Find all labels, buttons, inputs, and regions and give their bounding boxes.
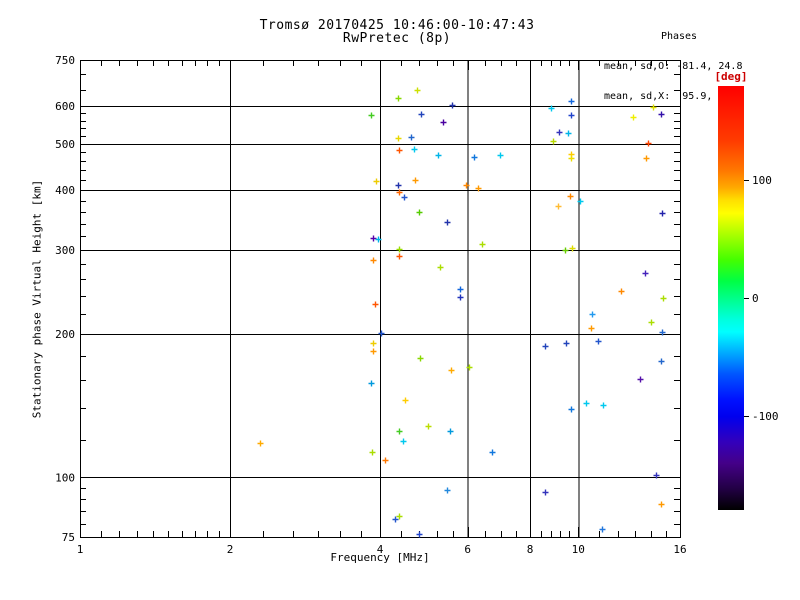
- scatter-point: [400, 438, 407, 445]
- scatter-point: [457, 294, 464, 301]
- colorbar-tick-label: -100: [752, 410, 779, 423]
- scatter-point: [568, 112, 575, 119]
- scatter-point: [563, 340, 570, 347]
- scatter-point: [650, 104, 657, 111]
- scatter-point: [600, 402, 607, 409]
- scatter-point: [425, 423, 432, 430]
- scatter-point: [658, 111, 665, 118]
- scatter-point: [395, 182, 402, 189]
- scatter-point: [369, 449, 376, 456]
- scatter-point: [555, 203, 562, 210]
- scatter-point: [396, 513, 403, 520]
- colorbar-tick-label: 0: [752, 292, 759, 305]
- scatter-point: [447, 428, 454, 435]
- scatter-point: [401, 194, 408, 201]
- x-tick-label: 4: [377, 543, 384, 556]
- scatter-point: [642, 270, 649, 277]
- scatter-point: [392, 516, 399, 523]
- scatter-point: [257, 440, 264, 447]
- scatter-point: [658, 501, 665, 508]
- scatter-point: [479, 241, 486, 248]
- scatter-point: [396, 147, 403, 154]
- scatter-point: [595, 338, 602, 345]
- scatter-point: [418, 111, 425, 118]
- scatter-point: [378, 330, 385, 337]
- scatter-point: [437, 264, 444, 271]
- scatter-point: [568, 155, 575, 162]
- scatter-point: [411, 146, 418, 153]
- scatter-point: [599, 526, 606, 533]
- scatter-point: [542, 489, 549, 496]
- scatter-point: [435, 152, 442, 159]
- x-tick-label: 16: [673, 543, 686, 556]
- y-tick-label: 750: [55, 54, 75, 67]
- plot-area: 1 2 4 6 8 10 16 75 100 200 300 400 500 600 750 100 0 -100: [55, 54, 779, 556]
- y-tick-label: 75: [62, 531, 75, 544]
- scatter-point: [568, 98, 575, 105]
- x-tick-label: 8: [527, 543, 534, 556]
- x-tick-label: 6: [464, 543, 471, 556]
- scatter-point: [444, 487, 451, 494]
- scatter-point: [444, 219, 451, 226]
- scatter-point: [542, 343, 549, 350]
- scatter-point: [395, 135, 402, 142]
- scatter-point: [658, 358, 665, 365]
- scatter-point: [648, 319, 655, 326]
- scatter-point: [408, 134, 415, 141]
- scatter-point: [466, 364, 473, 371]
- scatter-point: [416, 531, 423, 538]
- scatter-point: [396, 428, 403, 435]
- scatter-point: [567, 193, 574, 200]
- scatter-point: [382, 457, 389, 464]
- x-tick-label: 1: [77, 543, 84, 556]
- scatter-point: [583, 400, 590, 407]
- scatter-point: [368, 380, 375, 387]
- scatter-point: [588, 325, 595, 332]
- scatter-point: [396, 246, 403, 253]
- scatter-point: [660, 295, 667, 302]
- scatter-point: [417, 355, 424, 362]
- scatter-point: [373, 178, 380, 185]
- scatter-point: [412, 177, 419, 184]
- scatter-point: [416, 209, 423, 216]
- colorbar-tick-label: 100: [752, 174, 772, 187]
- scatter-point: [370, 340, 377, 347]
- x-tick-label: 10: [572, 543, 585, 556]
- scatter-point: [402, 397, 409, 404]
- scatter-point: [630, 114, 637, 121]
- scatter-point: [589, 311, 596, 318]
- scatter-point: [645, 140, 652, 147]
- scatter-point: [550, 138, 557, 145]
- y-tick-label: 200: [55, 328, 75, 341]
- scatter-point: [457, 286, 464, 293]
- scatter-point: [370, 348, 377, 355]
- scatter-point: [448, 367, 455, 374]
- x-tick-label: 2: [227, 543, 234, 556]
- scatter-point: [556, 129, 563, 136]
- scatter-point: [414, 87, 421, 94]
- scatter-point: [643, 155, 650, 162]
- scatter-point: [562, 247, 569, 254]
- y-tick-label: 600: [55, 100, 75, 113]
- scatter-point: [396, 253, 403, 260]
- scatter-point: [370, 235, 377, 242]
- scatter-point: [440, 119, 447, 126]
- scatter-point: [449, 102, 456, 109]
- scatter-point: [471, 154, 478, 161]
- scatter-point: [370, 257, 377, 264]
- y-tick-label: 100: [55, 471, 75, 484]
- scatter-point: [637, 376, 644, 383]
- scatter-point: [497, 152, 504, 159]
- scatter-point: [372, 301, 379, 308]
- scatter-point: [659, 210, 666, 217]
- y-tick-label: 500: [55, 138, 75, 151]
- scatter-point: [618, 288, 625, 295]
- scatter-point: [565, 130, 572, 137]
- y-tick-label: 300: [55, 244, 75, 257]
- scatter-point: [368, 112, 375, 119]
- y-tick-label: 400: [55, 184, 75, 197]
- scatter-point: [568, 406, 575, 413]
- scatter-point: [395, 95, 402, 102]
- scatter-point: [489, 449, 496, 456]
